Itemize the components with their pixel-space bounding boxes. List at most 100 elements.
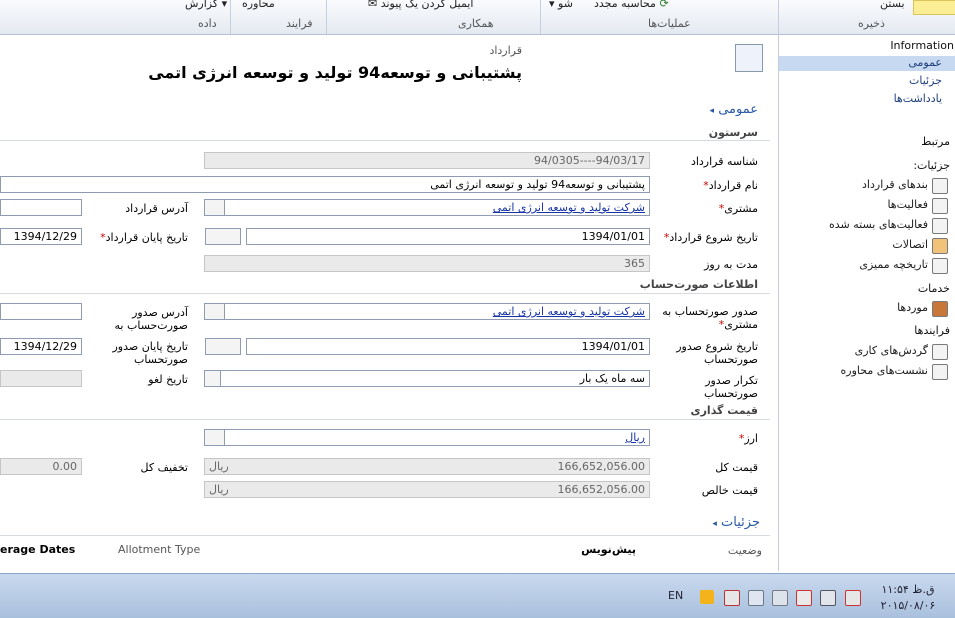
divider — [0, 419, 770, 420]
cancel-date-field — [0, 370, 82, 387]
nav-closed-activities[interactable]: فعالیت‌های بسته شده — [829, 218, 948, 234]
total-label: قیمت کل — [715, 461, 758, 474]
customer-label: مشتری* — [718, 202, 758, 215]
chevron-down-icon: ▾ — [549, 0, 555, 10]
connections-icon — [932, 238, 948, 254]
bill-end-input[interactable]: 1394/12/29 — [0, 338, 82, 355]
clock-time[interactable]: ق.ظ ۱۱:۵۴ — [878, 583, 938, 596]
ribbon-separator — [230, 0, 231, 34]
navigation-sidebar: Information عمومی جزئیات یادداشت‌ها مرتب… — [778, 35, 955, 571]
total-field: ریال 166,652,056.00 — [204, 458, 650, 475]
share-dropdown[interactable]: شو ▾ — [549, 0, 573, 10]
contract-name-label: نام قرارداد* — [703, 179, 758, 192]
ribbon-separator — [540, 0, 541, 34]
nav-activities[interactable]: فعالیت‌ها — [887, 198, 948, 214]
language-indicator[interactable]: EN — [668, 589, 683, 602]
email-link-label: ایمیل کردن یک پیوند — [380, 0, 474, 10]
coverage-dates-label: erage Dates — [0, 543, 76, 556]
tab-general-label: عمومی — [718, 102, 758, 117]
office-icon[interactable] — [700, 590, 714, 604]
contract-address-input[interactable] — [0, 199, 82, 216]
volume-mute-icon[interactable] — [845, 590, 861, 606]
monitor-icon[interactable] — [820, 590, 836, 606]
nav-dialog-sessions[interactable]: نشست‌های محاوره — [841, 364, 948, 380]
currency-link[interactable]: ریال — [625, 431, 645, 444]
tab-general[interactable]: عمومی ◂ — [710, 102, 758, 117]
bill-start-input[interactable]: 1394/01/01 — [246, 338, 650, 355]
total-value: 166,652,056.00 — [557, 460, 645, 473]
nav-details[interactable]: جزئیات — [909, 74, 942, 87]
printer-icon[interactable] — [748, 590, 764, 606]
audit-history-label: تاریخچه ممیزی — [859, 258, 928, 271]
tab-details-label: جزئیات — [721, 515, 760, 530]
process-group-label: فرایند — [286, 17, 313, 30]
closed-activities-label: فعالیت‌های بسته شده — [829, 218, 928, 231]
nav-audit-history[interactable]: تاریخچه ممیزی — [859, 258, 948, 274]
total-currency: ریال — [209, 460, 229, 473]
dialog-sessions-icon — [932, 364, 948, 380]
contract-lines-icon — [932, 178, 948, 194]
report-dropdown[interactable]: ▾ گزارش — [185, 0, 227, 10]
contract-id-label: شناسه قرارداد — [690, 155, 758, 168]
report-label: گزارش — [185, 0, 219, 10]
allotment-label: Allotment Type — [118, 543, 201, 556]
bill-end-label: تاریخ پایان صدور صورتحساب — [112, 340, 188, 366]
recalculate-button[interactable]: ⟳ محاسبه مجدد — [594, 0, 669, 10]
currency-input[interactable]: ریال — [204, 429, 650, 446]
divider — [0, 140, 770, 141]
activities-icon — [932, 198, 948, 214]
collapse-icon: ◂ — [709, 106, 715, 116]
ops-group-label: عملیات‌ها — [648, 17, 691, 30]
network-warning-icon[interactable] — [724, 590, 740, 606]
dialog-button[interactable]: محاوره — [242, 0, 275, 10]
start-date-input[interactable]: 1394/01/01 — [246, 228, 650, 245]
clock-date[interactable]: ۲۰۱۵/۰۸/۰۶ — [878, 599, 938, 612]
email-link-button[interactable]: ایمیل کردن یک پیوند ✉ — [368, 0, 473, 10]
flag-icon[interactable] — [796, 590, 812, 606]
start-date-label: تاریخ شروع قرارداد* — [663, 231, 758, 244]
section-header: سرستون — [708, 126, 758, 139]
cancel-date-label: تاریخ لغو — [148, 373, 188, 386]
lookup-icon[interactable] — [204, 303, 225, 320]
bill-to-text: صدور صورتحساب به مشتری — [662, 305, 758, 331]
calendar-icon[interactable] — [205, 338, 241, 355]
status-label: وضعیت — [727, 544, 762, 557]
pricing-section-header: قیمت گذاری — [690, 404, 758, 417]
customer-link[interactable]: شرکت تولید و توسعه انرژی اتمی — [493, 201, 645, 214]
recalculate-icon: ⟳ — [659, 0, 669, 10]
contract-name-input[interactable]: پشتیبانی و توسعه94 تولید و توسعه انرژی ا… — [0, 176, 650, 193]
save-close-button[interactable] — [913, 0, 955, 15]
nav-cases[interactable]: موردها — [897, 301, 948, 317]
workflows-label: گردش‌های کاری — [854, 344, 928, 357]
tab-details[interactable]: جزئیات ◂ — [712, 515, 760, 530]
bill-address-input[interactable] — [0, 303, 82, 320]
nav-contract-lines[interactable]: بندهای قرارداد — [862, 178, 948, 194]
bill-frequency-label: تکرار صدور صورتحساب — [703, 374, 758, 400]
customer-input[interactable]: شرکت تولید و توسعه انرژی اتمی — [204, 199, 650, 216]
cases-icon — [932, 301, 948, 317]
device-icon[interactable] — [772, 590, 788, 606]
bill-to-link[interactable]: شرکت تولید و توسعه انرژی اتمی — [493, 305, 645, 318]
services-header: خدمات — [917, 282, 950, 295]
nav-workflows[interactable]: گردش‌های کاری — [854, 344, 948, 360]
net-field: ریال 166,652,056.00 — [204, 481, 650, 498]
calendar-icon[interactable] — [205, 228, 241, 245]
contract-lines-label: بندهای قرارداد — [862, 178, 928, 191]
start-date-text: تاریخ شروع قرارداد — [669, 231, 758, 244]
cases-label: موردها — [897, 301, 928, 314]
chevron-down-icon[interactable] — [204, 370, 221, 387]
nav-notes[interactable]: یادداشت‌ها — [894, 92, 942, 105]
lookup-icon[interactable] — [204, 199, 225, 216]
windows-taskbar: EN ق.ظ ۱۱:۵۴ ۲۰۱۵/۰۸/۰۶ — [0, 573, 955, 618]
nav-general[interactable]: عمومی — [908, 56, 942, 69]
duration-field: 365 — [204, 255, 650, 272]
connections-label: اتصالات — [892, 238, 928, 251]
bill-to-input[interactable]: شرکت تولید و توسعه انرژی اتمی — [204, 303, 650, 320]
form-area: قرارداد پشتیبانی و توسعه94 تولید و توسعه… — [0, 35, 770, 573]
bill-frequency-select[interactable]: سه ماه یک بار — [204, 370, 650, 387]
lookup-icon[interactable] — [204, 429, 225, 446]
end-date-input[interactable]: 1394/12/29 — [0, 228, 82, 245]
duration-label: مدت به روز — [704, 258, 758, 271]
nav-connections[interactable]: اتصالات — [892, 238, 948, 254]
close-button[interactable]: بستن — [880, 0, 905, 10]
